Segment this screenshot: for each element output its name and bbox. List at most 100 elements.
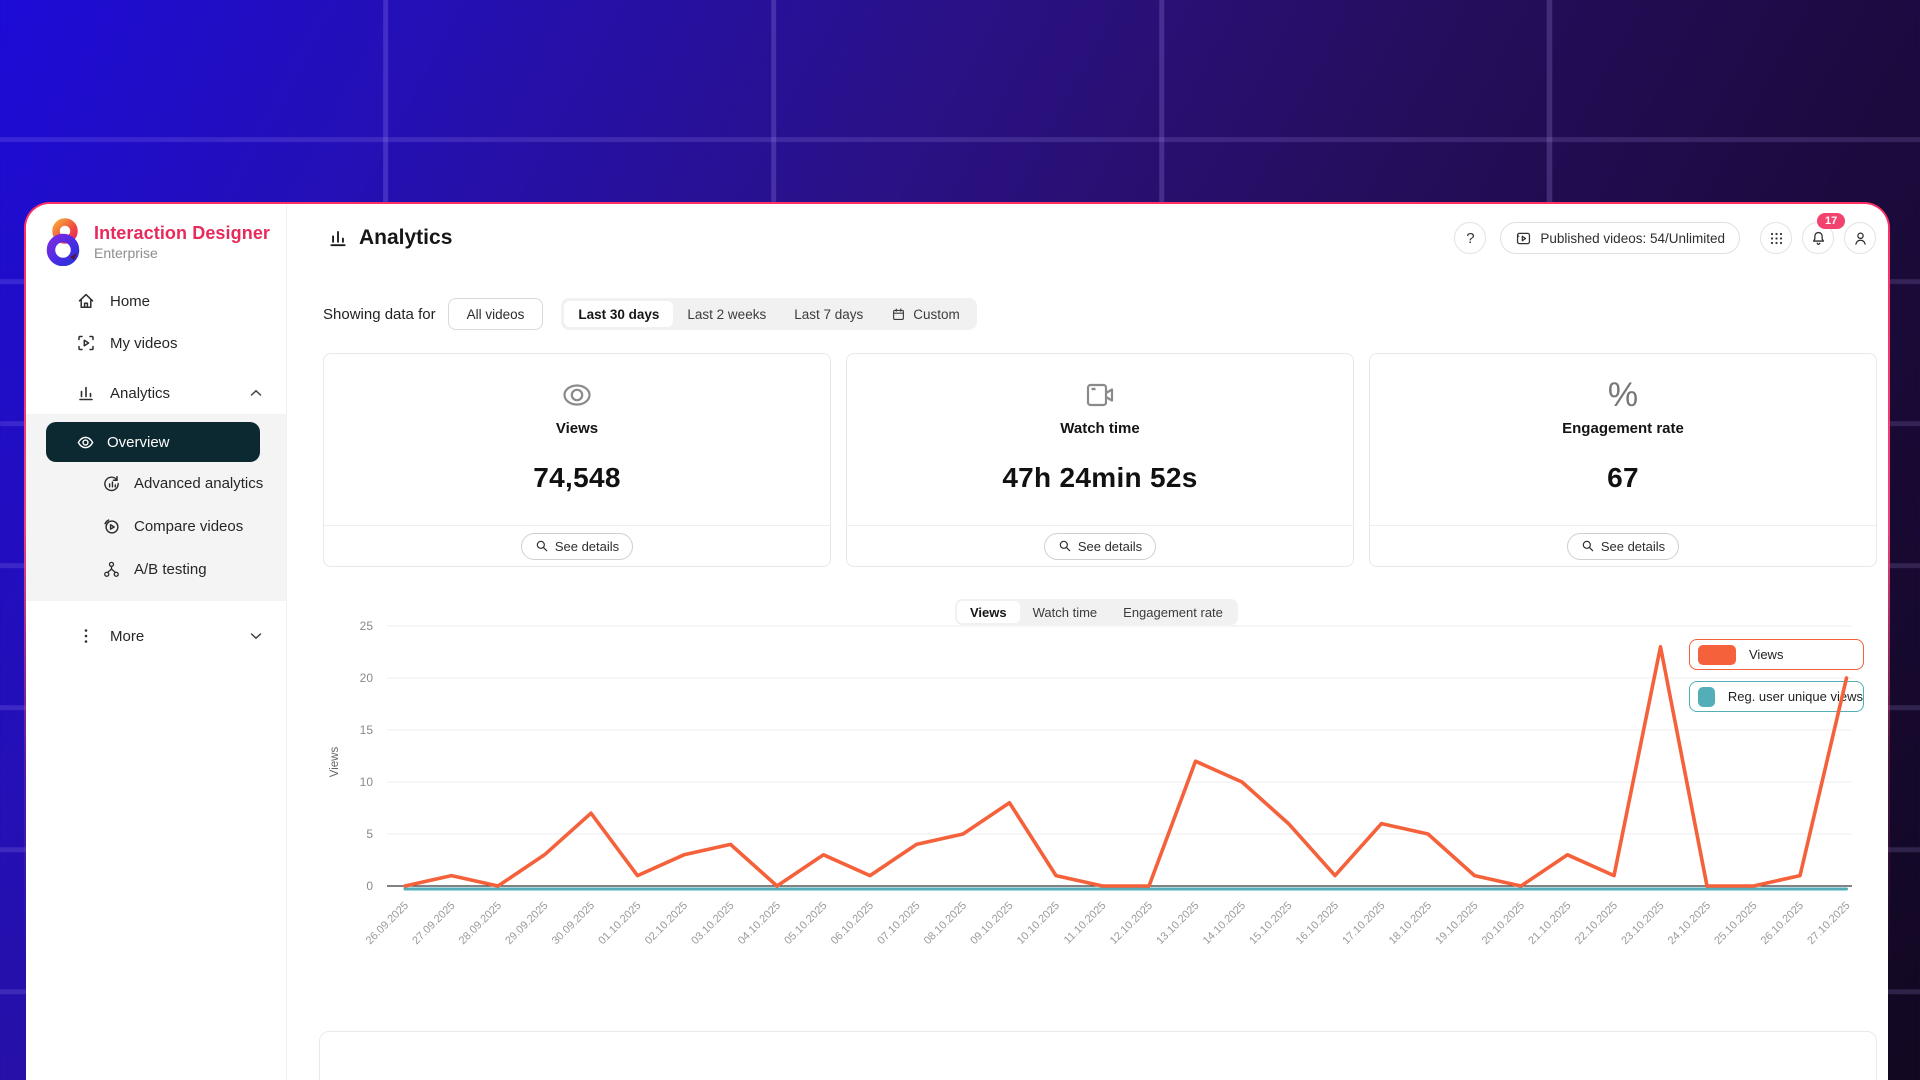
metric-value: 47h 24min 52s — [1002, 462, 1197, 494]
sidebar-item-compare-videos[interactable]: Compare videos — [26, 505, 286, 548]
sidebar-item-analytics[interactable]: Analytics — [26, 372, 286, 414]
svg-text:16.10.2025: 16.10.2025 — [1294, 900, 1341, 947]
svg-text:25.10.2025: 25.10.2025 — [1712, 900, 1759, 947]
svg-text:0: 0 — [366, 879, 373, 893]
more-dots-icon — [76, 626, 96, 646]
magnifier-icon — [1058, 539, 1072, 553]
engagement-rate-metric-card: % Engagement rate 67 See details — [1369, 353, 1877, 567]
svg-text:20: 20 — [360, 671, 374, 685]
brand: Interaction Designer Enterprise — [26, 218, 286, 266]
watch-time-metric-card: Watch time 47h 24min 52s See details — [846, 353, 1354, 567]
sidebar-item-label: Advanced analytics — [134, 475, 263, 492]
reg-views-legend-swatch — [1698, 687, 1715, 707]
analytics-title-icon — [327, 227, 349, 249]
brand-name: Interaction Designer — [94, 223, 270, 244]
sidebar-item-my-videos[interactable]: My videos — [26, 322, 286, 364]
svg-text:29.09.2025: 29.09.2025 — [503, 900, 550, 947]
svg-text:17.10.2025: 17.10.2025 — [1340, 900, 1387, 947]
notifications-button[interactable]: 17 — [1802, 222, 1834, 254]
analytics-icon — [76, 383, 96, 403]
percent-icon: % — [1608, 377, 1638, 413]
sidebar-item-label: Home — [110, 293, 150, 310]
svg-text:18.10.2025: 18.10.2025 — [1387, 900, 1434, 947]
svg-text:25: 25 — [360, 619, 374, 633]
svg-text:20.10.2025: 20.10.2025 — [1480, 900, 1527, 947]
period-last-7-days[interactable]: Last 7 days — [780, 301, 877, 327]
calendar-icon — [891, 307, 906, 322]
sidebar: Interaction Designer Enterprise Home — [26, 204, 287, 1080]
views-line-chart: Views Reg. user unique views 0510152025V… — [323, 612, 1877, 1012]
header-actions: ? Published videos: 54/Unlimited — [1454, 222, 1876, 254]
account-button[interactable] — [1844, 222, 1876, 254]
chart-plot: 0510152025Views26.09.202527.09.202528.09… — [323, 612, 1877, 1012]
svg-text:12.10.2025: 12.10.2025 — [1108, 900, 1155, 947]
analytics-submenu: Overview Advanced analytics — [26, 414, 286, 601]
watch-time-see-details-button[interactable]: See details — [1044, 533, 1156, 560]
svg-text:05.10.2025: 05.10.2025 — [782, 900, 829, 947]
period-last-30-days[interactable]: Last 30 days — [564, 301, 673, 327]
svg-text:13.10.2025: 13.10.2025 — [1154, 900, 1201, 947]
svg-text:10.10.2025: 10.10.2025 — [1015, 900, 1062, 947]
sidebar-item-label: My videos — [110, 335, 178, 352]
brand-tier: Enterprise — [94, 245, 270, 261]
svg-text:26.09.2025: 26.09.2025 — [364, 900, 411, 947]
period-custom[interactable]: Custom — [877, 301, 974, 327]
svg-text:24.10.2025: 24.10.2025 — [1666, 900, 1713, 947]
page-title: Analytics — [327, 226, 452, 250]
sidebar-item-more[interactable]: More — [26, 615, 286, 657]
svg-text:19.10.2025: 19.10.2025 — [1433, 900, 1480, 947]
metric-label: Engagement rate — [1562, 420, 1684, 437]
period-last-2-weeks[interactable]: Last 2 weeks — [673, 301, 780, 327]
sidebar-item-home[interactable]: Home — [26, 280, 286, 322]
svg-text:04.10.2025: 04.10.2025 — [736, 900, 783, 947]
my-videos-icon — [76, 333, 96, 353]
eye-icon — [558, 377, 596, 413]
sidebar-item-label: More — [110, 628, 144, 645]
magnifier-icon — [1581, 539, 1595, 553]
views-see-details-button[interactable]: See details — [521, 533, 633, 560]
home-icon — [76, 291, 96, 311]
video-scope-selector[interactable]: All videos — [448, 298, 544, 330]
window-surface: Interaction Designer Enterprise Home — [26, 204, 1888, 1080]
chevron-up-icon — [250, 389, 262, 397]
grid-dots-icon — [1769, 231, 1784, 246]
svg-text:26.10.2025: 26.10.2025 — [1759, 900, 1806, 947]
published-video-icon — [1515, 230, 1532, 247]
advanced-analytics-icon — [102, 474, 121, 493]
brand-logo-icon — [44, 218, 84, 266]
engagement-see-details-button[interactable]: See details — [1567, 533, 1679, 560]
sidebar-item-advanced-analytics[interactable]: Advanced analytics — [26, 462, 286, 505]
sidebar-item-overview[interactable]: Overview — [46, 422, 260, 462]
metric-label: Watch time — [1060, 420, 1139, 437]
filter-label: Showing data for — [323, 306, 436, 323]
main-content: Analytics ? Published videos: 54/U — [287, 204, 1888, 1080]
svg-text:07.10.2025: 07.10.2025 — [875, 900, 922, 947]
user-icon — [1852, 230, 1869, 247]
period-segmented-control: Last 30 days Last 2 weeks Last 7 days Cu… — [561, 298, 976, 330]
svg-text:22.10.2025: 22.10.2025 — [1573, 900, 1620, 947]
notification-badge: 17 — [1817, 213, 1845, 229]
sidebar-item-ab-testing[interactable]: A/B testing — [26, 548, 286, 591]
video-camera-icon — [1081, 377, 1119, 413]
chevron-down-icon — [250, 632, 262, 640]
legend-views[interactable]: Views — [1689, 639, 1864, 670]
svg-text:11.10.2025: 11.10.2025 — [1062, 900, 1109, 947]
svg-text:01.10.2025: 01.10.2025 — [596, 900, 643, 947]
help-button[interactable]: ? — [1454, 222, 1486, 254]
svg-text:28.09.2025: 28.09.2025 — [457, 900, 504, 947]
legend-reg-user-unique-views[interactable]: Reg. user unique views — [1689, 681, 1864, 712]
compare-videos-icon — [102, 517, 121, 536]
views-legend-swatch — [1698, 645, 1736, 665]
sidebar-item-label: Compare videos — [134, 518, 243, 535]
sidebar-item-label: Analytics — [110, 385, 170, 402]
svg-text:5: 5 — [366, 827, 373, 841]
filter-bar: Showing data for All videos Last 30 days… — [323, 298, 977, 330]
sidebar-nav: Home My videos — [26, 280, 286, 657]
ab-testing-icon — [102, 560, 121, 579]
published-videos-button[interactable]: Published videos: 54/Unlimited — [1500, 222, 1740, 254]
svg-text:14.10.2025: 14.10.2025 — [1201, 900, 1248, 947]
next-section-card — [319, 1031, 1877, 1080]
magnifier-icon — [535, 539, 549, 553]
svg-text:15: 15 — [360, 723, 374, 737]
apps-grid-button[interactable] — [1760, 222, 1792, 254]
